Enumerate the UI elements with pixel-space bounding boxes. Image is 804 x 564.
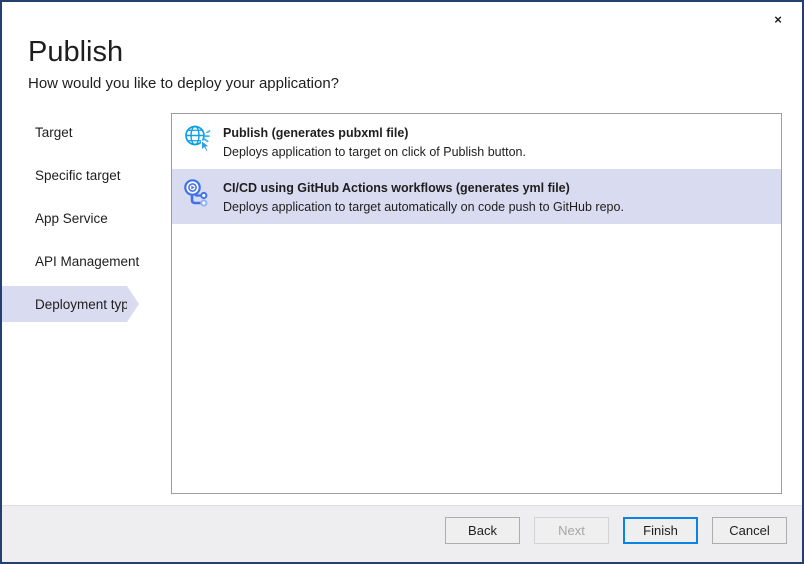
globe-cursor-icon: [181, 123, 215, 157]
option-publish-pubxml[interactable]: Publish (generates pubxml file) Deploys …: [172, 114, 781, 169]
option-title: CI/CD using GitHub Actions workflows (ge…: [223, 179, 624, 198]
sidebar-item-app-service[interactable]: App Service: [2, 200, 170, 236]
sidebar-item-target[interactable]: Target: [2, 114, 170, 150]
sidebar-item-label: API Management: [35, 254, 139, 269]
option-cicd-github-actions[interactable]: CI/CD using GitHub Actions workflows (ge…: [172, 169, 781, 224]
option-description: Deploys application to target on click o…: [223, 143, 526, 162]
close-icon[interactable]: ×: [756, 4, 800, 34]
option-text-block: Publish (generates pubxml file) Deploys …: [223, 123, 526, 162]
dialog-footer: Back Next Finish Cancel: [2, 505, 802, 562]
deployment-type-list: Publish (generates pubxml file) Deploys …: [171, 113, 782, 494]
sidebar-selection-pointer-icon: [127, 286, 139, 322]
back-button[interactable]: Back: [445, 517, 520, 544]
cicd-pipeline-icon: [181, 178, 215, 212]
sidebar-item-label: Target: [35, 125, 73, 140]
publish-dialog: × Publish How would you like to deploy y…: [0, 0, 804, 564]
sidebar-item-deployment-type[interactable]: Deployment type: [2, 286, 127, 322]
wizard-steps-sidebar: Target Specific target App Service API M…: [2, 114, 170, 329]
footer-button-group: Back Next Finish Cancel: [445, 517, 787, 544]
cancel-button[interactable]: Cancel: [712, 517, 787, 544]
option-title: Publish (generates pubxml file): [223, 124, 526, 143]
sidebar-item-api-management[interactable]: API Management: [2, 243, 170, 279]
sidebar-item-label: App Service: [35, 211, 108, 226]
option-description: Deploys application to target automatica…: [223, 198, 624, 217]
sidebar-item-label: Specific target: [35, 168, 121, 183]
finish-button[interactable]: Finish: [623, 517, 698, 544]
sidebar-item-label: Deployment type: [35, 297, 136, 312]
page-title: Publish: [28, 35, 123, 69]
sidebar-item-specific-target[interactable]: Specific target: [2, 157, 170, 193]
next-button: Next: [534, 517, 609, 544]
option-text-block: CI/CD using GitHub Actions workflows (ge…: [223, 178, 624, 217]
page-subtitle: How would you like to deploy your applic…: [28, 74, 339, 94]
